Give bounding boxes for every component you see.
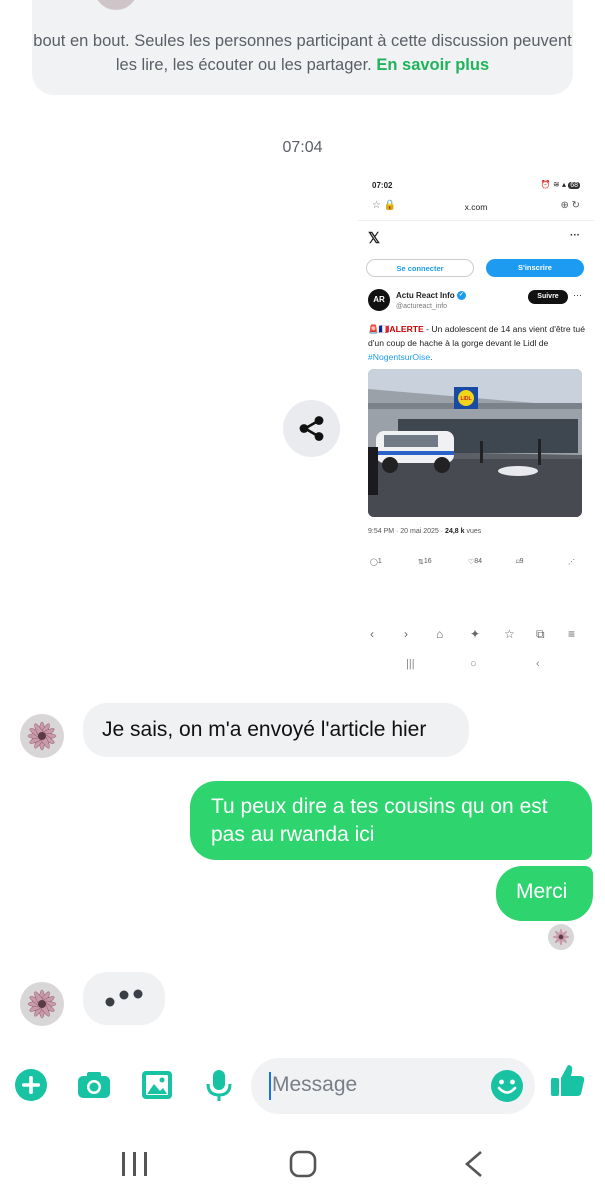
plus-icon — [15, 1069, 47, 1101]
share-icon — [299, 416, 324, 441]
url-text: x.com — [464, 202, 488, 212]
tweet-photo: LIDL — [368, 369, 582, 517]
status-time: 07:02 — [372, 181, 393, 190]
home-icon[interactable] — [289, 1150, 317, 1178]
microphone-icon — [206, 1070, 232, 1101]
gallery-icon — [142, 1071, 172, 1099]
share-icon: ⋰ — [568, 559, 575, 566]
flower-avatar-icon — [20, 982, 64, 1026]
add-button[interactable] — [13, 1067, 49, 1103]
reload-icon: ⊕ ↻ — [560, 200, 580, 211]
outgoing-message[interactable]: Merci — [496, 866, 593, 921]
message-text: Merci — [516, 880, 568, 903]
outgoing-message[interactable]: Tu peux dire a tes cousins qu on est pas… — [190, 781, 592, 860]
incoming-message[interactable]: Je sais, on m'a envoyé l'article hier — [83, 703, 469, 757]
account-name: Actu React Info ✓ — [396, 291, 466, 301]
recents-icon[interactable] — [122, 1152, 147, 1176]
flower-avatar-icon — [548, 924, 574, 950]
message-text: Je sais, on m'a envoyé l'article hier — [102, 718, 427, 741]
back-icon: ‹ — [370, 627, 374, 641]
camera-icon — [78, 1072, 110, 1098]
voice-button[interactable] — [201, 1067, 237, 1103]
account-handle: @actureact_info — [396, 303, 448, 310]
typing-dots-icon — [105, 989, 143, 1007]
more-icon: ··· — [570, 230, 580, 241]
system-nav-bar — [0, 1145, 605, 1185]
contact-avatar-partial — [86, 0, 146, 10]
message-placeholder: Message — [272, 1073, 358, 1096]
extensions-icon: ✦ — [470, 627, 481, 641]
bookmarks-icon: ☆ — [504, 627, 515, 641]
tweet-text: 🚨🇫🇷ALERTE - Un adolescent de 14 ans vien… — [368, 324, 585, 362]
like-icon: ♡ 84 — [468, 558, 483, 566]
reply-icon: ◯ 1 — [370, 558, 382, 566]
account-avatar: AR — [368, 289, 390, 311]
bookmark-icon: ⌑ 9 — [516, 558, 524, 566]
back-icon: ‹ — [536, 658, 540, 670]
verified-icon: ✓ — [456, 291, 466, 301]
read-receipt-avatar — [548, 924, 574, 950]
back-icon[interactable] — [465, 1151, 482, 1177]
gallery-button[interactable] — [139, 1067, 175, 1103]
forward-icon: › — [404, 627, 408, 641]
emoji-button[interactable] — [489, 1068, 525, 1104]
menu-icon: ≡ — [568, 627, 576, 641]
svg-text:LIDL: LIDL — [460, 396, 471, 402]
thumbs-up-icon — [551, 1065, 585, 1096]
login-button: Se connecter — [366, 259, 474, 277]
share-button[interactable] — [283, 400, 340, 457]
contact-avatar[interactable] — [20, 982, 64, 1026]
follow-button: Suivre — [528, 290, 568, 304]
battery-level: 68 — [568, 182, 580, 189]
learn-more-link[interactable]: En savoir plus — [376, 56, 489, 74]
divider — [358, 220, 594, 221]
encryption-notice-text: bout en bout. Seules les personnes parti… — [33, 32, 572, 74]
camera-button[interactable] — [76, 1067, 112, 1103]
x-logo-icon: 𝕏 — [368, 230, 381, 247]
retweet-icon: ⇅ 16 — [418, 558, 432, 566]
status-icons: ⏰ ≋ ▴ 68 — [540, 180, 580, 189]
typing-indicator — [83, 972, 165, 1025]
shared-screenshot[interactable]: 07:02 ⏰ ≋ ▴ 68 ☆ 🔒 x.com ⊕ ↻ 𝕏 ··· Se co… — [358, 172, 594, 682]
home-icon: ⌂ — [436, 627, 444, 641]
recents-icon: ||| — [406, 658, 415, 670]
signup-button: S'inscrire — [486, 259, 584, 277]
tweet-meta: 9:54 PM · 20 mai 2025 · 24,8 k vues — [368, 528, 482, 535]
message-text: Tu peux dire a tes cousins qu on est pas… — [211, 795, 548, 846]
more-icon: ··· — [573, 290, 582, 300]
tabs-icon: ⧉ — [536, 627, 545, 641]
message-timestamp: 07:04 — [282, 139, 323, 156]
emoji-icon — [491, 1070, 523, 1102]
like-button[interactable] — [549, 1062, 587, 1100]
text-caret — [269, 1072, 271, 1100]
contact-avatar[interactable] — [20, 714, 64, 758]
home-circle-icon: ○ — [470, 658, 477, 670]
flower-avatar-icon — [20, 714, 64, 758]
